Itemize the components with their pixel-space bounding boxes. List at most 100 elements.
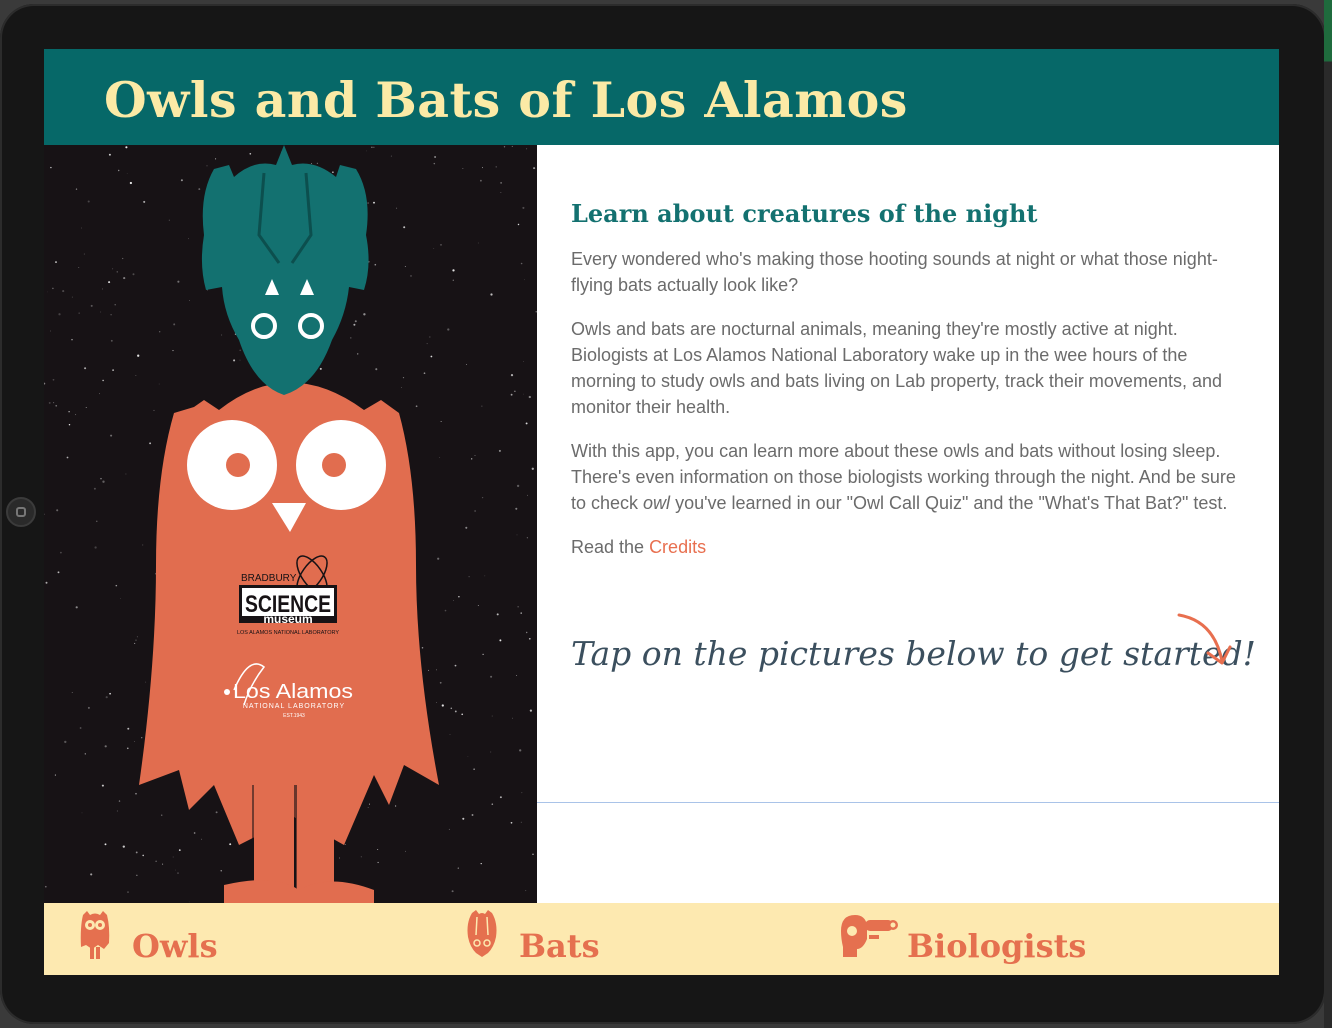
star — [104, 745, 107, 748]
star — [457, 867, 459, 869]
star — [532, 853, 534, 856]
star — [44, 885, 47, 888]
svg-text:LOS ALAMOS NATIONAL LABORATORY: LOS ALAMOS NATIONAL LABORATORY — [237, 630, 339, 636]
star — [53, 402, 55, 404]
star — [105, 696, 108, 699]
star — [535, 311, 537, 313]
paragraph-3-text-b: you've learned in our "Owl Call Quiz" an… — [670, 493, 1228, 514]
hero-illustration: BRADBURY SCIENCE museum LOS ALAMOS NATIO… — [44, 145, 537, 903]
star — [319, 367, 322, 370]
star — [201, 838, 203, 840]
star — [375, 368, 378, 371]
star — [100, 477, 102, 480]
star — [396, 207, 398, 209]
nav-owls[interactable]: Owls — [74, 903, 274, 975]
star — [84, 367, 87, 370]
star — [471, 814, 474, 816]
star — [452, 279, 454, 281]
star — [403, 226, 406, 229]
star — [45, 581, 48, 584]
star — [480, 862, 482, 865]
star — [519, 749, 522, 752]
star — [155, 860, 157, 862]
star — [440, 244, 442, 246]
star — [466, 364, 467, 365]
home-button[interactable] — [6, 497, 36, 527]
star — [522, 206, 525, 209]
star — [136, 874, 138, 876]
star — [99, 393, 100, 395]
star — [500, 182, 502, 184]
star — [526, 537, 529, 539]
star — [90, 304, 93, 307]
star — [368, 803, 371, 805]
star — [137, 354, 140, 357]
star — [423, 372, 426, 375]
nav-owls-label: Owls — [132, 927, 218, 965]
star — [366, 150, 367, 152]
star — [52, 287, 54, 290]
star — [367, 202, 369, 204]
svg-text:museum: museum — [263, 612, 312, 626]
star — [441, 704, 444, 707]
star — [102, 379, 104, 382]
star — [436, 669, 437, 671]
star — [135, 375, 137, 376]
star — [491, 715, 493, 717]
star — [135, 792, 137, 795]
star — [93, 487, 96, 490]
star — [127, 891, 129, 893]
star — [79, 727, 82, 729]
star — [173, 323, 176, 326]
star — [520, 262, 523, 265]
star — [527, 494, 529, 496]
star — [55, 404, 58, 407]
credits-prefix: Read the — [571, 536, 650, 557]
star — [142, 544, 144, 546]
star — [444, 609, 447, 612]
star — [126, 747, 129, 750]
star — [189, 300, 191, 302]
nav-bats-label: Bats — [519, 927, 600, 965]
star — [120, 598, 121, 599]
star — [525, 890, 527, 892]
star — [477, 242, 479, 244]
star — [360, 856, 362, 858]
star — [447, 328, 450, 331]
star — [439, 681, 442, 684]
star — [453, 600, 454, 601]
star — [101, 288, 104, 290]
star — [499, 796, 502, 799]
credits-link[interactable]: Credits — [649, 537, 706, 557]
star — [125, 473, 127, 475]
star — [474, 510, 476, 512]
star — [78, 267, 80, 268]
star — [172, 856, 174, 858]
nav-bats[interactable]: Bats — [462, 903, 662, 975]
app-screen: Owls and Bats of Los Alamos BRADBURY SCI… — [44, 49, 1279, 975]
star — [491, 803, 494, 805]
star — [371, 146, 373, 149]
star — [490, 751, 492, 753]
owl-icon — [80, 911, 110, 959]
star — [490, 675, 493, 678]
star — [529, 709, 533, 712]
star — [440, 420, 442, 422]
star — [373, 146, 375, 148]
star — [85, 407, 87, 408]
star — [160, 814, 163, 816]
app-title: Owls and Bats of Los Alamos — [104, 71, 908, 129]
star — [249, 152, 252, 155]
star — [117, 169, 120, 172]
nav-biologists[interactable]: Biologists — [837, 903, 1097, 975]
star — [516, 484, 520, 488]
star — [454, 664, 457, 667]
app-header: Owls and Bats of Los Alamos — [44, 49, 1279, 145]
star — [462, 168, 464, 169]
star — [68, 411, 70, 413]
star — [377, 861, 379, 864]
star — [528, 395, 531, 399]
star — [134, 642, 136, 644]
star — [116, 271, 118, 273]
star — [339, 857, 341, 859]
